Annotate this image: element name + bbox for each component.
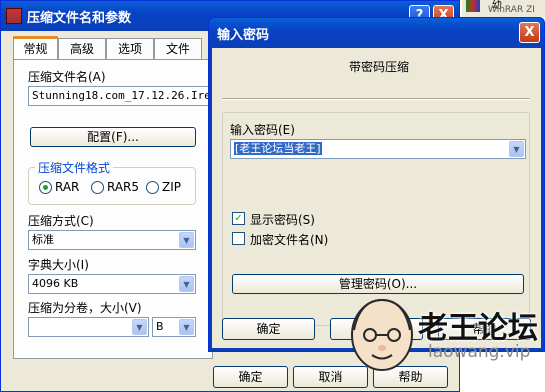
radio-zip-label: ZIP [162, 180, 181, 194]
password-dialog-title: 输入密码 [217, 28, 270, 43]
close-icon[interactable]: X [519, 22, 540, 43]
tab-advanced[interactable]: 高级 [58, 38, 106, 60]
split-label: 压缩为分卷，大小(V) [28, 301, 142, 315]
watermark-title: 老王论坛 [418, 311, 538, 346]
split-unit-value: B [156, 320, 164, 333]
split-unit-select[interactable]: B ▼ [152, 317, 196, 337]
radio-rar-label: RAR [55, 180, 80, 194]
ok-button[interactable]: 确定 [213, 366, 288, 388]
tab-options[interactable]: 选项 [106, 38, 154, 60]
password-input-value: [老王论坛当老王] [234, 142, 322, 155]
radio-rar[interactable] [39, 181, 52, 194]
chevron-down-icon[interactable]: ▼ [509, 141, 524, 157]
corner-text-2: WinRAR ZI [488, 5, 535, 15]
tab-general[interactable]: 常规 [13, 36, 58, 60]
dict-select[interactable]: 4096 KB ▼ [28, 274, 196, 294]
radio-zip[interactable] [146, 181, 159, 194]
password-input[interactable]: [老王论坛当老王] ▼ [230, 139, 526, 159]
encrypt-names-checkbox[interactable] [232, 232, 245, 245]
divider [222, 99, 530, 100]
encrypt-names-label: 加密文件名(N) [250, 233, 329, 247]
chevron-down-icon[interactable]: ▼ [179, 276, 194, 292]
background-window-corner: 幼 WinRAR ZI [462, 0, 545, 17]
password-ok-button[interactable]: 确定 [222, 318, 315, 340]
chevron-down-icon[interactable]: ▼ [132, 319, 147, 335]
radio-rar5-label: RAR5 [107, 180, 140, 194]
format-group-title: 压缩文件格式 [35, 159, 114, 176]
winrar-icon [466, 0, 480, 12]
dict-label: 字典大小(I) [28, 258, 89, 272]
split-size-select[interactable]: ▼ [28, 317, 149, 337]
chevron-down-icon[interactable]: ▼ [179, 319, 194, 335]
method-select-value: 标准 [32, 233, 54, 246]
show-password-label: 显示密码(S) [250, 213, 315, 227]
tab-files[interactable]: 文件 [154, 38, 202, 60]
show-password-checkbox[interactable]: ✓ [232, 212, 245, 225]
method-label: 压缩方式(C) [28, 214, 94, 228]
password-dialog-header: 带密码压缩 [349, 60, 410, 74]
config-button[interactable]: 配置(F)... [30, 127, 196, 147]
dict-select-value: 4096 KB [32, 277, 79, 290]
winrar-icon [6, 8, 22, 24]
radio-rar5[interactable] [91, 181, 104, 194]
watermark-url: laowang.vip [428, 342, 531, 362]
archive-name-field[interactable]: Stunning18.com_17.12.26.Irene. [28, 86, 210, 106]
mascot-avatar [342, 290, 422, 380]
password-label: 输入密码(E) [230, 123, 295, 137]
password-dialog-titlebar[interactable]: 输入密码 X [209, 18, 544, 48]
archive-name-label: 压缩文件名(A) [28, 70, 106, 84]
archive-params-title: 压缩文件名和参数 [27, 11, 132, 26]
chevron-down-icon[interactable]: ▼ [179, 232, 194, 248]
method-select[interactable]: 标准 ▼ [28, 230, 196, 250]
